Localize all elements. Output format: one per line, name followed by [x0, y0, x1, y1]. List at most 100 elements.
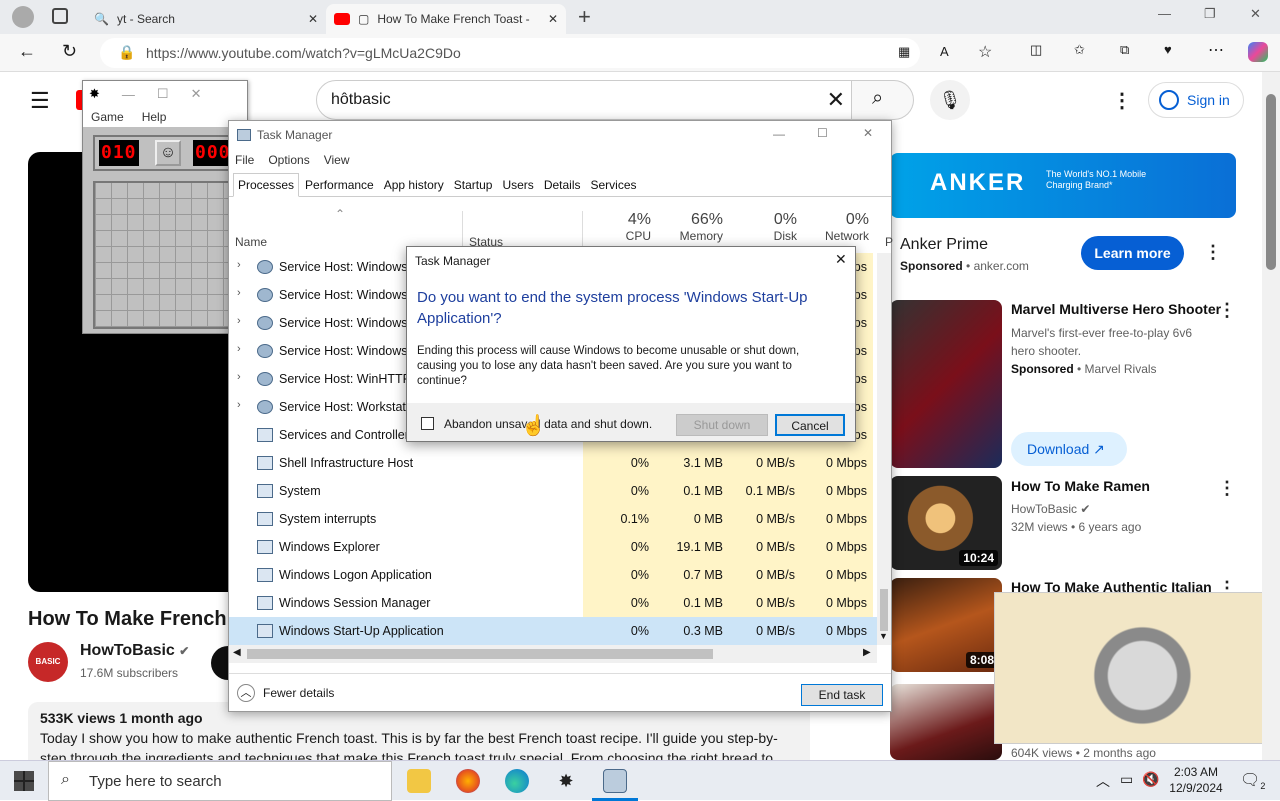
process-row[interactable]: Windows Explorer 0% 19.1 MB 0 MB/s 0 Mbps — [229, 533, 877, 561]
checkbox-label[interactable]: Abandon unsaved data and shut down. — [444, 417, 652, 431]
copilot-icon[interactable] — [1248, 42, 1268, 62]
sign-in-button[interactable]: Sign in — [1148, 82, 1244, 118]
chevron-up-icon[interactable]: ︿ — [1096, 771, 1110, 791]
ramen-thumbnail[interactable]: 10:24 — [890, 476, 1002, 570]
process-row[interactable]: Windows Logon Application 0% 0.7 MB 0 MB/s 0… — [229, 561, 877, 589]
browser-essentials-icon[interactable]: ♥ — [1164, 42, 1172, 57]
task-manager-taskbar-icon[interactable] — [603, 769, 627, 793]
process-row[interactable]: System 0% 0.1 MB 0.1 MB/s 0 Mbps — [229, 477, 877, 505]
minimize-icon[interactable]: — — [1158, 6, 1171, 21]
maximize-icon[interactable]: ☐ — [157, 86, 169, 102]
learn-more-button[interactable]: Learn more — [1081, 236, 1184, 270]
more-options-icon[interactable]: ⋮ — [1112, 88, 1132, 113]
scrollbar-thumb[interactable] — [247, 649, 713, 659]
firefox-icon[interactable] — [456, 769, 480, 793]
scroll-right-icon[interactable]: ▶ — [863, 647, 871, 658]
page-scrollbar[interactable] — [1262, 72, 1280, 760]
youtube-search-button[interactable]: ⌕ — [852, 80, 914, 120]
col-network[interactable]: 0% Network — [801, 211, 869, 243]
channel-avatar[interactable]: BASIC — [28, 642, 68, 682]
expand-chevron-icon[interactable]: › — [237, 259, 241, 271]
menu-options[interactable]: Options — [268, 153, 309, 167]
side-video-title[interactable]: Marvel Multiverse Hero Shooter — [1011, 301, 1221, 317]
process-row[interactable]: Windows Session Manager 0% 0.1 MB 0 MB/s 0 M… — [229, 589, 877, 617]
back-icon[interactable]: ← — [18, 41, 36, 62]
download-button[interactable]: Download ↗ — [1011, 432, 1127, 466]
smiley-face-icon[interactable]: ☺ — [155, 140, 181, 166]
menu-file[interactable]: File — [235, 153, 254, 167]
channel-name[interactable]: HowToBasic ✔ — [80, 642, 189, 660]
scrollbar-thumb[interactable] — [1266, 94, 1276, 270]
voice-search-mic-icon[interactable]: 🎙 — [930, 80, 970, 120]
expand-chevron-icon[interactable]: › — [237, 343, 241, 355]
address-field[interactable]: 🔒 https://www.youtube.com/watch?v=gLMcUa… — [100, 38, 920, 68]
file-explorer-icon[interactable] — [407, 769, 431, 793]
clear-search-icon[interactable]: ✕ — [827, 87, 845, 113]
ad-more-icon[interactable]: ⋮ — [1204, 242, 1222, 263]
maximize-icon[interactable]: ☐ — [817, 126, 828, 140]
ad-title[interactable]: Anker Prime — [900, 236, 988, 254]
close-icon[interactable]: ✕ — [191, 86, 202, 102]
clock[interactable]: 2:03 AM 12/9/2024 — [1164, 764, 1228, 796]
settings-more-icon[interactable]: ⋯ — [1208, 40, 1224, 60]
scroll-down-icon[interactable]: ▼ — [879, 631, 888, 641]
close-icon[interactable]: ✕ — [863, 126, 873, 140]
scrollbar-thumb[interactable] — [880, 589, 888, 631]
col-disk[interactable]: 0% Disk — [729, 211, 797, 243]
profile-avatar[interactable] — [12, 6, 34, 28]
windows-start-icon[interactable] — [14, 771, 34, 791]
miniplayer[interactable] — [994, 592, 1262, 744]
minesweeper-taskbar-icon[interactable]: ✸ — [554, 769, 578, 793]
col-memory[interactable]: 66% Memory — [655, 211, 723, 243]
close-window-icon[interactable]: ✕ — [1250, 6, 1261, 22]
video-more-icon[interactable]: ⋮ — [1218, 478, 1236, 499]
menu-view[interactable]: View — [324, 153, 350, 167]
process-row[interactable]: Windows Start-Up Application 0% 0.3 MB 0 MB… — [229, 617, 877, 645]
tab-actions-icon[interactable] — [52, 8, 68, 24]
minimize-icon[interactable]: — — [122, 87, 135, 102]
side-video-title[interactable]: How To Make Ramen — [1011, 478, 1150, 494]
collections-icon[interactable]: ⧉ — [1120, 42, 1129, 58]
tab-performance[interactable]: Performance — [301, 174, 378, 196]
split-screen-icon[interactable]: ◫ — [1030, 42, 1042, 58]
network-icon[interactable]: ▭ — [1120, 771, 1133, 788]
taskbar-search-box[interactable]: ⌕ Type here to search — [48, 761, 392, 801]
menu-hamburger-icon[interactable]: ☰ — [30, 88, 50, 114]
favorite-star-icon[interactable]: ☆ — [978, 42, 992, 62]
app-icon[interactable]: ▦ — [898, 44, 910, 60]
scroll-left-icon[interactable]: ◀ — [233, 647, 241, 658]
tab-services[interactable]: Services — [587, 174, 641, 196]
marvel-thumbnail[interactable] — [890, 300, 1002, 468]
expand-chevron-icon[interactable]: › — [237, 315, 241, 327]
refresh-icon[interactable]: ↻ — [62, 41, 77, 62]
notifications-icon[interactable]: 🗨2 — [1240, 770, 1265, 791]
favorites-icon[interactable]: ✩ — [1074, 42, 1085, 58]
tab-processes[interactable]: Processes — [233, 173, 300, 197]
video-more-icon[interactable]: ⋮ — [1218, 300, 1236, 321]
end-task-button[interactable]: End task — [801, 684, 883, 706]
youtube-search-input[interactable]: hôtbasic ✕ — [316, 80, 852, 120]
minimize-icon[interactable]: — — [773, 127, 785, 141]
expand-chevron-icon[interactable]: › — [237, 287, 241, 299]
close-tab-icon[interactable]: ✕ — [308, 12, 318, 26]
ad-banner[interactable]: ANKER The World's NO.1 Mobile Charging B… — [890, 153, 1236, 218]
tab-french-toast[interactable]: ▢ How To Make French Toast - ✕ — [326, 4, 566, 34]
close-tab-icon[interactable]: ✕ — [548, 12, 558, 26]
menu-help[interactable]: Help — [142, 110, 167, 124]
horizontal-scrollbar[interactable]: ◀ ▶ — [229, 645, 877, 663]
col-name[interactable]: Name — [235, 235, 267, 249]
cancel-button[interactable]: Cancel — [775, 414, 845, 436]
read-aloud-icon[interactable]: A — [940, 44, 949, 59]
col-cpu[interactable]: 4% CPU — [583, 211, 651, 243]
edge-icon[interactable] — [505, 769, 529, 793]
shutdown-checkbox[interactable] — [421, 417, 434, 430]
volume-muted-icon[interactable]: 🔇 — [1142, 771, 1159, 788]
dessert-thumbnail[interactable] — [890, 684, 1002, 760]
close-icon[interactable]: ✕ — [835, 251, 847, 268]
lasagna-thumbnail[interactable]: 8:08 — [890, 578, 1002, 672]
expand-chevron-icon[interactable]: › — [237, 399, 241, 411]
chevron-up-icon[interactable]: ︿ — [237, 684, 255, 702]
menu-game[interactable]: Game — [91, 110, 124, 124]
minefield-grid[interactable] — [93, 181, 239, 329]
tab-details[interactable]: Details — [540, 174, 585, 196]
